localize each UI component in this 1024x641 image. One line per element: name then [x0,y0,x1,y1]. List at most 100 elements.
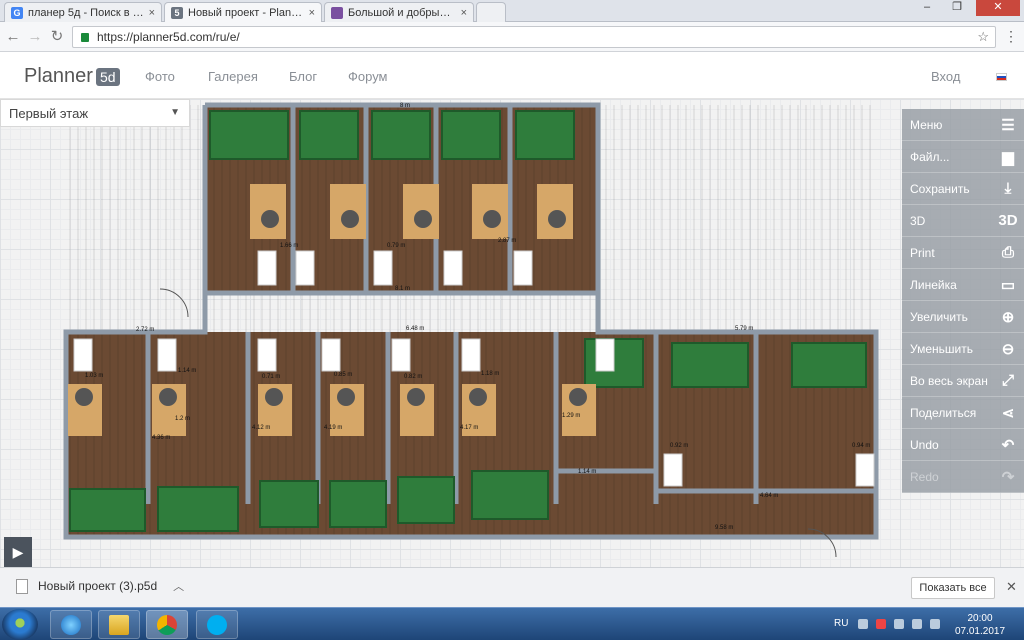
toilet[interactable] [663,453,683,487]
toilet[interactable] [321,338,341,372]
nav-forum[interactable]: Форум [348,69,388,84]
toilet[interactable] [595,338,615,372]
menu-item-share[interactable]: Поделиться ⋖ [902,397,1024,429]
chair[interactable] [337,388,355,406]
tab-other-site[interactable]: Большой и добрый ведущий × [324,2,474,22]
nav-photo[interactable]: Фото [145,69,175,84]
chair[interactable] [159,388,177,406]
clock[interactable]: 20:00 07.01.2017 [950,612,1010,638]
explorer-taskbar-button[interactable] [98,610,140,639]
menu-item-label: Линейка [910,277,957,292]
dimension-label: 1.18 m [481,371,499,377]
tab-planner5d[interactable]: 5 Новый проект - Planner 5D × [164,2,322,23]
chair[interactable] [261,210,279,228]
chair[interactable] [548,210,566,228]
sofa[interactable] [397,476,455,524]
close-icon[interactable]: × [461,7,467,19]
planner5d-logo[interactable]: Planner 5d [24,65,120,88]
tab-google-search[interactable]: G планер 5д - Поиск в Google × [4,2,162,22]
nav-gallery[interactable]: Галерея [208,69,258,84]
bookmark-star-icon[interactable]: ☆ [977,29,989,45]
ie-taskbar-button[interactable] [50,610,92,639]
chrome-taskbar-button[interactable] [146,610,188,639]
login-link[interactable]: Вход [931,69,960,84]
toilet[interactable] [391,338,411,372]
chair[interactable] [407,388,425,406]
back-arrow-icon[interactable]: ← [4,28,22,46]
sofa[interactable] [329,480,387,528]
minimize-icon[interactable]: – [914,0,940,16]
nav-blog[interactable]: Блог [289,69,317,84]
close-icon[interactable]: × [309,7,315,19]
menu-item-3d[interactable]: 3D 3D [902,205,1024,237]
chrome-menu-icon[interactable]: ⋮ [1004,29,1018,43]
toilet[interactable] [257,250,277,286]
menu-item-label: Меню [910,117,943,132]
menu-item-undo[interactable]: Undo ↶ [902,429,1024,461]
sofa[interactable] [471,470,549,520]
chair[interactable] [414,210,432,228]
chair[interactable] [483,210,501,228]
chair[interactable] [469,388,487,406]
toilet[interactable] [157,338,177,372]
sofa[interactable] [671,342,749,388]
sofa[interactable] [69,488,146,532]
sofa[interactable] [299,110,359,160]
sofa[interactable] [515,110,575,160]
tray-flag-icon[interactable] [876,619,886,629]
play-icon[interactable]: ▶ [4,537,32,567]
sofa[interactable] [371,110,431,160]
toilet[interactable] [461,338,481,372]
menu-item-fullscreen[interactable]: Во весь экран ⤢ [902,365,1024,397]
skype-taskbar-button[interactable] [196,610,238,639]
windows-start-icon[interactable] [2,609,38,640]
toilet[interactable] [373,250,393,286]
url-input[interactable]: https://planner5d.com/ru/e/ ☆ [72,26,996,48]
menu-item-folder[interactable]: Файл... ▆ [902,141,1024,173]
forward-arrow-icon[interactable]: → [26,28,44,46]
toilet[interactable] [443,250,463,286]
russian-flag-icon[interactable] [996,73,1007,81]
menu-item-ruler[interactable]: Линейка ▭ [902,269,1024,301]
menu-item-hamburger[interactable]: Меню ☰ [902,109,1024,141]
tray-network-icon[interactable] [912,619,922,629]
sofa[interactable] [209,110,289,160]
mask[interactable] [0,105,205,332]
toilet[interactable] [295,250,315,286]
tray-help-icon[interactable] [858,619,868,629]
menu-item-download[interactable]: Сохранить ⤓ [902,173,1024,205]
window-close-icon[interactable]: ✕ [976,0,1020,16]
tray-battery-icon[interactable] [894,619,904,629]
dimension-label: 6.48 m [406,326,424,332]
sofa[interactable] [157,486,239,532]
chair[interactable] [569,388,587,406]
close-icon[interactable]: ✕ [1006,579,1017,595]
chevron-up-icon[interactable]: ︿ [173,578,184,594]
menu-item-zoom-in[interactable]: Увеличить ⊕ [902,301,1024,333]
download-item[interactable]: Новый проект (3).p5d ︿ [16,578,184,594]
menu-item-zoom-out[interactable]: Уменьшить ⊖ [902,333,1024,365]
toilet[interactable] [513,250,533,286]
floor-dropdown[interactable]: Первый этаж ▼ [0,99,190,127]
sofa[interactable] [259,480,319,528]
chair[interactable] [75,388,93,406]
skype-icon [207,614,227,635]
maximize-icon[interactable]: ❐ [944,0,970,16]
reload-icon[interactable]: ↻ [48,28,66,46]
menu-item-printer[interactable]: Print ⎙ [902,237,1024,269]
toilet[interactable] [257,338,277,372]
menu-item-redo[interactable]: Redo ↷ [902,461,1024,493]
chair[interactable] [265,388,283,406]
toilet[interactable] [855,453,875,487]
tray-volume-icon[interactable] [930,619,940,629]
new-tab-button[interactable] [476,2,506,22]
floor-plan[interactable]: 8 m 1.66 m 0.79 m 2.87 m 8.1 m 6.48 m 5.79 m 1.… [0,99,900,567]
chair[interactable] [341,210,359,228]
sofa[interactable] [791,342,867,388]
show-all-button[interactable]: Показать все [911,577,995,599]
language-indicator[interactable]: RU [834,618,848,629]
sofa[interactable] [441,110,501,160]
close-icon[interactable]: × [149,7,155,19]
toilet[interactable] [73,338,93,372]
editor-canvas[interactable]: 8 m 1.66 m 0.79 m 2.87 m 8.1 m 6.48 m 5.79 m 1.… [0,99,1024,567]
